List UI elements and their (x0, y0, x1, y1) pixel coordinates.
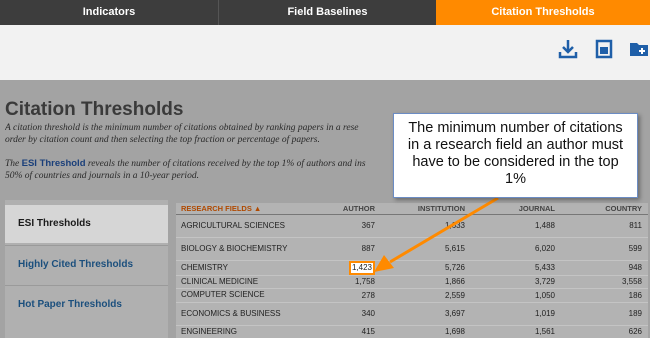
table-row: ECONOMICS & BUSINESS 340 3,697 1,019 189 (176, 302, 648, 326)
download-icon[interactable] (557, 38, 579, 60)
journal-cell: 3,729 (471, 275, 561, 289)
print-icon[interactable] (593, 38, 615, 60)
journal-cell: 1,050 (471, 288, 561, 303)
esi-threshold-link[interactable]: ESI Threshold (22, 158, 86, 169)
institution-cell: 5,615 (381, 237, 471, 261)
author-cell: 1,423 (306, 260, 381, 276)
country-cell: 626 (561, 325, 648, 338)
author-cell: 367 (306, 214, 381, 238)
country-cell: 3,558 (561, 275, 648, 289)
table-row: ENGINEERING 415 1,698 1,561 626 (176, 325, 648, 338)
column-header-research-fields[interactable]: RESEARCH FIELDS ▲ (176, 203, 306, 215)
institution-cell: 1,698 (381, 325, 471, 338)
author-cell: 1,758 (306, 275, 381, 289)
tab-indicators[interactable]: Indicators (0, 0, 218, 25)
country-cell: 599 (561, 237, 648, 261)
author-cell: 415 (306, 325, 381, 338)
thresholds-table: RESEARCH FIELDS ▲ AUTHOR INSTITUTION JOU… (176, 203, 648, 338)
country-cell: 811 (561, 214, 648, 238)
country-cell: 186 (561, 288, 648, 303)
field-cell: COMPUTER SCIENCE (176, 288, 306, 303)
country-cell: 948 (561, 260, 648, 276)
institution-cell: 2,559 (381, 288, 471, 303)
table-row: BIOLOGY & BIOCHEMISTRY 887 5,615 6,020 5… (176, 237, 648, 261)
table-row: AGRICULTURAL SCIENCES 367 1,633 1,488 81… (176, 214, 648, 238)
description-line: 50% of countries and journals in a 10-ye… (5, 171, 199, 181)
sidebar-item-highly-cited-thresholds[interactable]: Highly Cited Thresholds (5, 245, 168, 283)
description-line: order by citation count and then selecti… (5, 135, 320, 145)
column-header-journal[interactable]: JOURNAL (471, 203, 561, 215)
sidebar: ESI Thresholds Highly Cited Thresholds H… (5, 200, 168, 338)
top-tab-bar: Indicators Field Baselines Citation Thre… (0, 0, 650, 25)
journal-cell: 6,020 (471, 237, 561, 261)
institution-cell: 1,866 (381, 275, 471, 289)
journal-cell: 5,433 (471, 260, 561, 276)
field-cell: BIOLOGY & BIOCHEMISTRY (176, 237, 306, 261)
highlighted-author-value: 1,423 (348, 260, 375, 275)
journal-cell: 1,019 (471, 302, 561, 326)
annotation-callout: The minimum number of citations in a res… (393, 113, 638, 198)
field-cell: ECONOMICS & BUSINESS (176, 302, 306, 326)
journal-cell: 1,488 (471, 214, 561, 238)
table-header-row: RESEARCH FIELDS ▲ AUTHOR INSTITUTION JOU… (176, 203, 648, 215)
field-cell: CLINICAL MEDICINE (176, 275, 306, 289)
author-cell: 340 (306, 302, 381, 326)
author-cell: 887 (306, 237, 381, 261)
sidebar-item-esi-thresholds[interactable]: ESI Thresholds (5, 205, 168, 243)
tab-citation-thresholds[interactable]: Citation Thresholds (436, 0, 650, 25)
page-title: Citation Thresholds (5, 99, 184, 120)
table-row: COMPUTER SCIENCE 278 2,559 1,050 186 (176, 288, 648, 303)
table-row: CLINICAL MEDICINE 1,758 1,866 3,729 3,55… (176, 275, 648, 289)
table-row: CHEMISTRY 1,423 5,726 5,433 948 (176, 260, 648, 276)
sidebar-item-hot-paper-thresholds[interactable]: Hot Paper Thresholds (5, 285, 168, 323)
threshold-description: A citation threshold is the minimum numb… (5, 122, 395, 146)
country-cell: 189 (561, 302, 648, 326)
journal-cell: 1,561 (471, 325, 561, 338)
field-cell: ENGINEERING (176, 325, 306, 338)
institution-cell: 5,726 (381, 260, 471, 276)
tab-field-baselines[interactable]: Field Baselines (218, 0, 436, 25)
field-cell: AGRICULTURAL SCIENCES (176, 214, 306, 238)
description-line: A citation threshold is the minimum numb… (5, 123, 359, 133)
esi-description: The ESI Threshold reveals the number of … (5, 158, 395, 182)
institution-cell: 3,697 (381, 302, 471, 326)
add-to-folder-icon[interactable] (628, 38, 650, 60)
column-header-institution[interactable]: INSTITUTION (381, 203, 471, 215)
toolbar (0, 25, 650, 80)
column-header-country[interactable]: COUNTRY (561, 203, 648, 215)
column-header-author[interactable]: AUTHOR (306, 203, 381, 215)
field-cell: CHEMISTRY (176, 260, 306, 276)
institution-cell: 1,633 (381, 214, 471, 238)
author-cell: 278 (306, 288, 381, 303)
description-line: The ESI Threshold reveals the number of … (5, 158, 366, 169)
